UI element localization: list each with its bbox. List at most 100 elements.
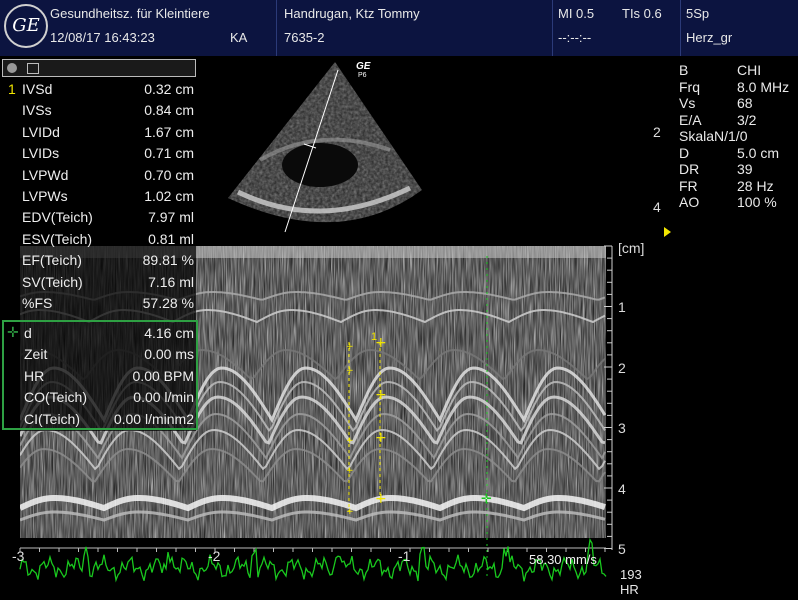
caliper-value: 0.00 l/minm2 <box>113 410 194 427</box>
record-icon[interactable] <box>7 63 17 73</box>
time-label: -3 <box>12 548 25 564</box>
param-value: 39 <box>737 161 753 177</box>
crosshair-icon: ✛ <box>7 324 19 340</box>
measurement-label: SV(Teich) <box>22 273 83 290</box>
measurement-row[interactable]: EDV(Teich) 7.97 ml <box>2 207 196 228</box>
measurement-label: IVSs <box>22 102 52 119</box>
measurement-row[interactable]: LVIDd 1.67 cm <box>2 122 196 143</box>
caliper-row[interactable]: CI(Teich) 0.00 l/minm2 <box>4 409 196 430</box>
patient-id: 7635-2 <box>284 30 325 45</box>
caliper-value: 4.16 cm <box>144 325 194 341</box>
param-label: SkalaN/1/0 <box>679 128 748 144</box>
preset-name: Herz_gr <box>686 30 733 45</box>
caliper-label: HR <box>24 367 45 384</box>
grid-icon[interactable] <box>27 63 39 74</box>
caliper-point-icon: + <box>346 366 354 376</box>
measurement-row[interactable]: IVSs 0.84 cm <box>2 100 196 121</box>
measurement-row[interactable]: LVPWd 0.70 cm <box>2 165 196 186</box>
param-label: B <box>679 62 689 78</box>
param-label: DR <box>679 161 700 177</box>
caliper-value: 0.00 BPM <box>132 367 194 384</box>
caliper-row[interactable]: Zeit 0.00 ms <box>4 344 196 365</box>
panel-header <box>2 59 196 77</box>
param-value: 28 Hz <box>737 177 774 194</box>
header-bar: GE Gesundheitsz. für Kleintiere 12/08/17… <box>0 0 798 56</box>
measurement-row[interactable]: EF(Teich) 89.81 % <box>2 250 196 271</box>
measurement-value: 7.97 ml <box>148 209 194 226</box>
operator-initials: KA <box>230 30 248 45</box>
depth-label: 1 <box>618 299 626 315</box>
caliper-point-icon: + <box>375 491 387 507</box>
caliper-point-icon: + <box>346 466 354 476</box>
param-label: E/A <box>679 111 702 128</box>
caliper-label: d <box>24 325 32 341</box>
param-label: D <box>679 144 690 161</box>
measurement-row[interactable]: %FS 57.28 % <box>2 293 196 314</box>
measurement-value: 0.84 cm <box>144 102 194 119</box>
caliper-row[interactable]: CO(Teich) 0.00 l/min <box>4 387 196 408</box>
time-label: -1 <box>398 548 411 564</box>
param-value: 5.0 cm <box>737 144 780 161</box>
caliper-panel: ✛ d 4.16 cm Zeit 0.00 ms HR 0.00 BPM CO(Teich) 0… <box>2 320 198 430</box>
probe-name: 5Sp <box>686 6 710 21</box>
param-value: 68 <box>737 95 753 111</box>
depth-label: 4 <box>618 480 626 497</box>
ecg-marker-icon: ✛ <box>481 492 492 507</box>
depth-unit: [cm] <box>618 240 645 256</box>
bmode-sector: GE P6 <box>228 61 422 233</box>
measurement-row[interactable]: LVIDs 0.71 cm <box>2 143 196 164</box>
measurement-value: 1.67 cm <box>144 123 194 140</box>
caliper-label: Zeit <box>24 346 48 363</box>
measurement-label: IVSd <box>22 81 53 97</box>
caliper-value: 0.00 l/min <box>133 389 194 406</box>
side-scale-mark-4: 4 <box>653 199 661 215</box>
measurement-value: 0.71 cm <box>144 145 194 162</box>
measurement-row[interactable]: SV(Teich) 7.16 ml <box>2 272 196 293</box>
exam-datetime: 12/08/17 16:43:23 <box>50 30 155 45</box>
depth-label: 5 <box>618 541 626 557</box>
side-scale-mark-2: 2 <box>653 124 661 140</box>
caliper-row[interactable]: HR 0.00 BPM <box>4 366 196 387</box>
measurement-label: EF(Teich) <box>22 252 82 269</box>
caliper-point-icon: + <box>375 387 387 403</box>
measurement-row[interactable]: 1 IVSd 0.32 cm <box>2 79 196 100</box>
depth-label: 2 <box>618 359 626 376</box>
measurement-value: 1.02 cm <box>144 188 194 204</box>
mi-value: MI 0.5 <box>558 6 595 21</box>
caliper-point-icon: + <box>346 436 354 446</box>
time-label: -2 <box>208 548 221 564</box>
caliper-index: 1 <box>371 331 377 343</box>
param-value: 100 % <box>737 194 777 210</box>
measurement-row[interactable]: ESV(Teich) 0.81 ml <box>2 229 196 250</box>
measurement-label: LVPWd <box>22 166 69 183</box>
heart-rate-label: HR <box>620 582 639 597</box>
probe-sub-label: P6 <box>358 72 367 79</box>
depth-label: 3 <box>618 420 626 436</box>
param-value: CHI <box>737 62 762 78</box>
caliper-row[interactable]: ✛ d 4.16 cm <box>4 323 196 344</box>
param-label: Frq <box>679 78 700 95</box>
measurement-index: 1 <box>8 81 16 97</box>
measurement-panel: 1 IVSd 0.32 cm IVSs 0.84 cm LVIDd 1.67 cm LVIDs… <box>2 59 198 431</box>
param-label: Vs <box>679 95 696 111</box>
caliper-value: 0.00 ms <box>144 346 194 363</box>
measurement-value: 7.16 ml <box>148 273 194 290</box>
measurement-value: 0.81 ml <box>148 230 194 247</box>
param-value: 8.0 MHz <box>737 78 790 95</box>
institution-name: Gesundheitsz. für Kleintiere <box>50 6 210 21</box>
measurement-value: 0.70 cm <box>144 166 194 183</box>
measurement-label: %FS <box>22 295 53 311</box>
measurement-label: ESV(Teich) <box>22 230 93 247</box>
sweep-speed: 58.30 mm/s <box>529 552 597 567</box>
probe-brand-label: GE <box>356 61 371 72</box>
measurement-label: LVIDs <box>22 145 60 162</box>
measurement-value: 57.28 % <box>142 295 194 311</box>
measurement-row[interactable]: LVPWs 1.02 cm <box>2 186 196 207</box>
param-value: 3/2 <box>737 111 757 128</box>
caliper-point-icon: + <box>346 507 354 517</box>
ecg-trace <box>19 537 607 583</box>
measurement-label: LVPWs <box>22 188 68 204</box>
caliper-point-icon: + <box>375 430 387 446</box>
measurement-label: LVIDd <box>22 123 60 140</box>
tis-value: TIs 0.6 <box>622 6 662 21</box>
